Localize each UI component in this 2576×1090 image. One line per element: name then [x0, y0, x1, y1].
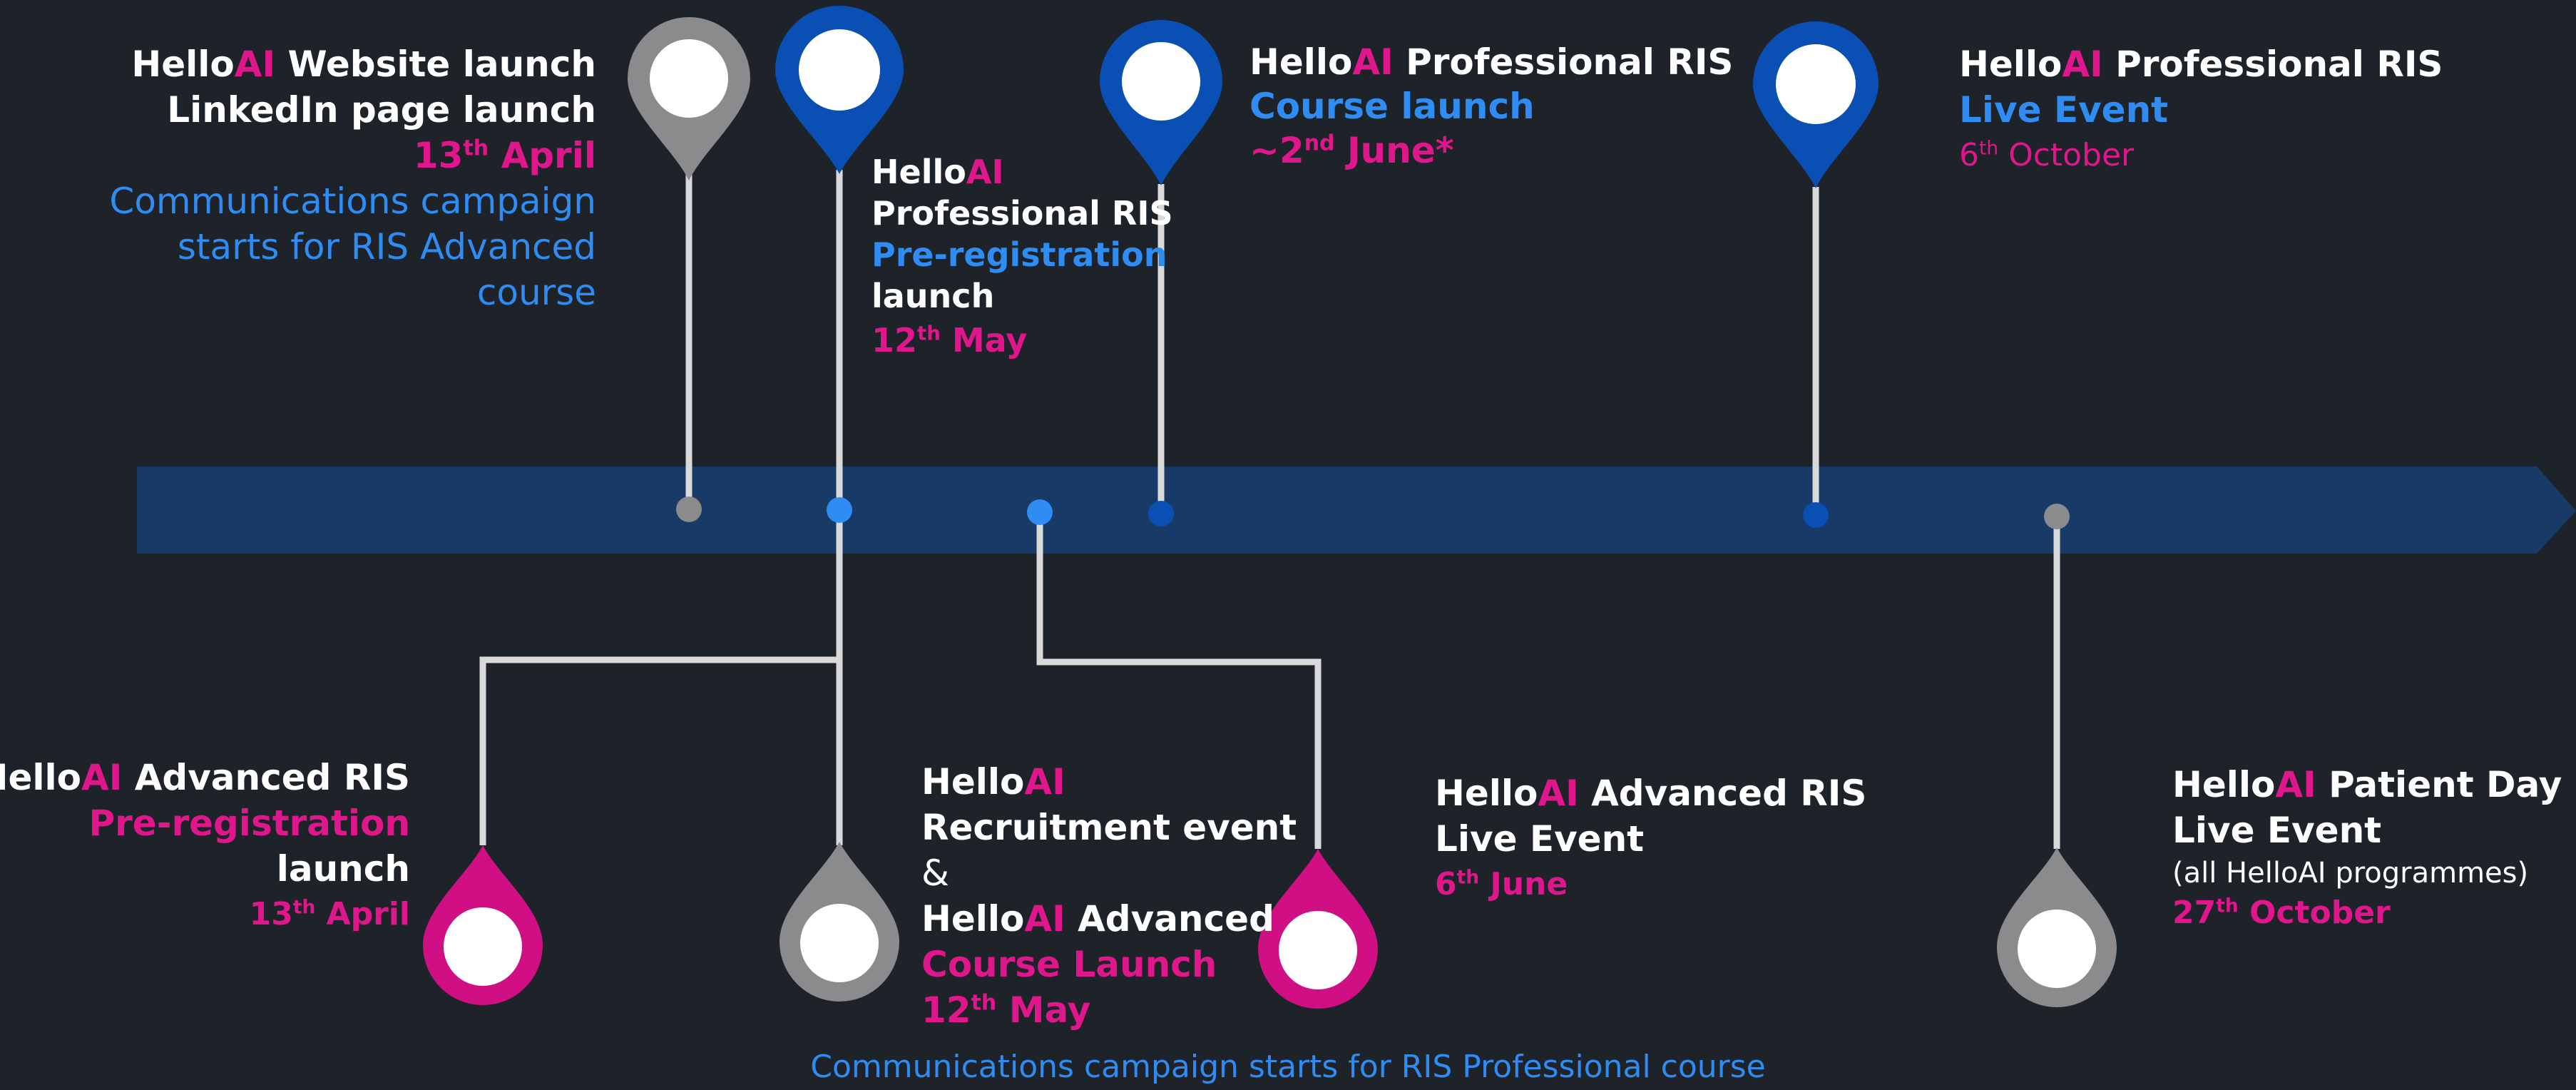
event-date-month: June — [1479, 866, 1568, 902]
event-title: Advanced RIS — [122, 757, 410, 798]
event-title: Website launch — [275, 44, 597, 85]
connector-line — [479, 510, 843, 845]
event-date-day: 12 — [872, 321, 918, 360]
brand-hello: Hello — [921, 898, 1025, 939]
event-date-sup: th — [2216, 895, 2239, 917]
timeline-dot — [676, 496, 702, 522]
brand-hello: Hello — [0, 757, 81, 798]
event-date-day: 12 — [921, 989, 971, 1031]
event-date-day: 13 — [249, 896, 293, 932]
map-pin-icon — [775, 6, 904, 174]
event-title: Advanced RIS — [1578, 773, 1867, 814]
event-date-month: May — [996, 989, 1091, 1031]
droplet-pin-icon — [1997, 847, 2117, 1007]
event-status: Pre-registration — [88, 803, 410, 844]
event-professional-preregistration: HelloAI Professional RIS Pre-registratio… — [872, 151, 1173, 361]
brand-ai: AI — [1538, 773, 1579, 814]
event-date-sup: th — [292, 896, 316, 919]
brand-hello: Hello — [2172, 764, 2276, 805]
brand-ai: AI — [1024, 761, 1065, 803]
event-date-sup: th — [971, 990, 997, 1016]
event-title: Advanced — [1065, 898, 1274, 939]
event-date-sup: th — [463, 136, 489, 161]
event-website-launch: HelloAI Website launch LinkedIn page lau… — [109, 41, 596, 315]
event-date-sup: th — [1979, 137, 1999, 160]
timeline-dot — [1148, 501, 1174, 526]
event-date-sup: th — [1456, 866, 1480, 889]
brand-ai: AI — [2062, 44, 2103, 85]
campaign-line: starts for RIS Advanced — [177, 226, 596, 268]
event-date-day: 6 — [1959, 137, 1979, 173]
event-date-month: April — [489, 135, 596, 176]
brand-ai: AI — [1024, 898, 1065, 939]
brand-hello: Hello — [872, 153, 966, 191]
event-title-line2: LinkedIn page launch — [167, 89, 596, 131]
event-date-sup: nd — [1304, 131, 1335, 156]
event-patient-day: HelloAI Patient Day Live Event (all Hell… — [2172, 762, 2562, 933]
footer-campaign-note: Communications campaign starts for RIS P… — [810, 1049, 1766, 1085]
droplet-pin-icon — [423, 845, 543, 1005]
campaign-line: Communications campaign — [109, 180, 596, 222]
map-pin-icon — [628, 17, 750, 180]
event-date-month: May — [940, 321, 1028, 360]
event-date-day: 13 — [413, 135, 464, 176]
brand-hello: Hello — [1959, 44, 2063, 85]
event-date-day: 6 — [1435, 866, 1457, 902]
event-title: Professional RIS — [2102, 44, 2443, 85]
event-date-month: April — [315, 896, 410, 932]
event-status: Live Event — [1435, 818, 1645, 860]
brand-hello: Hello — [1249, 41, 1353, 83]
event-date-month: October — [1998, 137, 2135, 173]
timeline-diagram: HelloAI Website launch LinkedIn page lau… — [0, 0, 2576, 1090]
timeline-dot — [827, 497, 852, 523]
event-date-day: 27 — [2172, 895, 2217, 931]
brand-hello: Hello — [1435, 773, 1538, 814]
timeline-dot — [1027, 499, 1053, 525]
event-status: Pre-registration — [872, 235, 1167, 274]
timeline-dot — [1803, 502, 1829, 528]
event-title: Professional RIS — [1393, 41, 1734, 83]
event-recruitment-advanced-launch: HelloAI Recruitment event & HelloAI Adva… — [921, 759, 1297, 1033]
event-title: Patient Day — [2316, 764, 2562, 805]
droplet-pin-icon — [780, 842, 899, 1002]
brand-ai: AI — [1352, 41, 1394, 83]
brand-ai: AI — [966, 153, 1004, 191]
timeline-dot — [2044, 504, 2070, 529]
event-status: Live Event — [2172, 810, 2382, 851]
timeline-arrow — [137, 467, 2576, 554]
campaign-line: course — [476, 272, 596, 313]
event-professional-course-launch: HelloAI Professional RIS Course launch ~… — [1249, 40, 1733, 173]
event-advanced-preregistration: HelloAI Advanced RIS Pre-registration la… — [0, 755, 410, 937]
event-status: Course launch — [1249, 86, 1535, 127]
brand-ai: AI — [234, 44, 276, 85]
event-status: Course Launch — [921, 944, 1217, 985]
event-status: Live Event — [1959, 89, 2169, 131]
event-advanced-live: HelloAI Advanced RIS Live Event 6th June — [1435, 770, 1866, 907]
brand-hello: Hello — [921, 761, 1025, 803]
event-date-month: October — [2238, 895, 2391, 931]
event-note: (all HelloAI programmes) — [2172, 857, 2529, 890]
event-professional-live: HelloAI Professional RIS Live Event 6th … — [1959, 41, 2443, 178]
brand-ai: AI — [81, 757, 123, 798]
brand-hello: Hello — [131, 44, 235, 85]
event-title-line2: Professional RIS — [872, 194, 1173, 233]
event-status-line2: launch — [872, 277, 995, 315]
brand-ai: AI — [2275, 764, 2316, 805]
map-pin-icon — [1753, 21, 1879, 188]
event-ampersand: & — [921, 852, 949, 894]
event-date-month: June* — [1334, 130, 1454, 171]
event-status-line2: launch — [276, 848, 410, 890]
event-date-prefix: ~2 — [1249, 130, 1304, 171]
event-date-sup: th — [917, 321, 941, 345]
event-title-line2: Recruitment event — [921, 807, 1297, 848]
